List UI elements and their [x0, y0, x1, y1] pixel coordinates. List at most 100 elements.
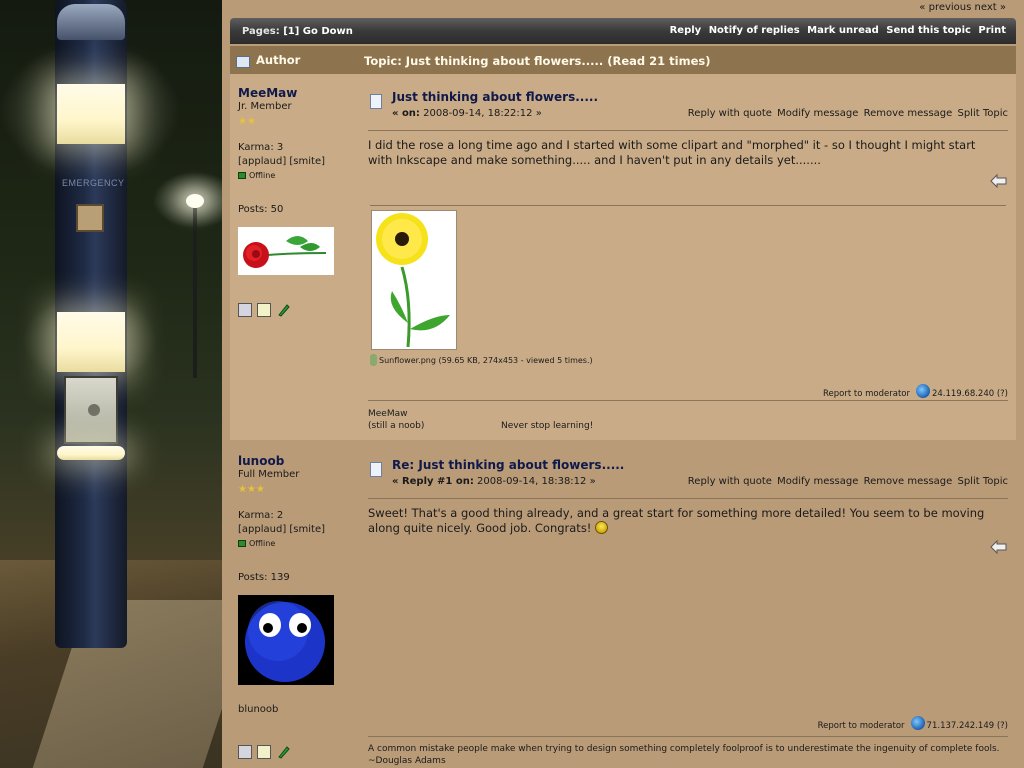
author-folder-icon — [236, 56, 250, 68]
reply-with-quote-button[interactable]: Reply with quote — [688, 476, 772, 487]
go-down-link[interactable]: Go Down — [303, 26, 353, 37]
paperclip-icon — [370, 354, 377, 366]
post-date-prefix: « Reply #1 on: — [392, 476, 474, 487]
reply-button[interactable]: Reply — [670, 25, 702, 36]
divider — [368, 498, 1008, 499]
post-date-value: 2008-09-14, 18:38:12 » — [477, 476, 596, 487]
sunflower-attachment[interactable] — [371, 210, 457, 350]
online-status: Offline — [238, 169, 356, 183]
message-icon — [370, 462, 382, 477]
poster-info: MeeMaw Jr. Member ★★ Karma: 3 [applaud] … — [238, 86, 356, 318]
prev-next-links: « previous next » — [919, 2, 1006, 13]
reply-with-quote-button[interactable]: Reply with quote — [688, 108, 772, 119]
pencil-icon[interactable] — [276, 303, 291, 317]
split-topic-button[interactable]: Split Topic — [957, 108, 1008, 119]
signature-line-1: MeeMaw — [368, 409, 408, 419]
post-1: MeeMaw Jr. Member ★★ Karma: 3 [applaud] … — [230, 74, 1016, 440]
rank-stars-icon: ★★ — [238, 116, 256, 127]
report-line: Report to moderator 71.137.242.149 (?) — [818, 716, 1008, 731]
quote-arrow-icon[interactable] — [990, 538, 1008, 555]
personal-message-icon[interactable] — [257, 745, 272, 759]
poster-rank: Jr. Member — [238, 101, 292, 112]
signature-left: (still a noob) — [368, 421, 425, 431]
pencil-icon[interactable] — [276, 745, 291, 759]
poster-post-count: Posts: 139 — [238, 572, 290, 583]
page-current[interactable]: [1] — [283, 26, 299, 37]
topic-header: Author Topic: Just thinking about flower… — [230, 46, 1016, 74]
avatar — [238, 227, 334, 275]
emergency-pole-cap — [57, 4, 125, 40]
email-icon[interactable] — [238, 303, 252, 317]
post-body: Sweet! That's a good thing already, and … — [368, 506, 988, 536]
signature-divider — [368, 400, 1008, 401]
pole-lamp-middle — [57, 312, 125, 372]
signature-right: Never stop learning! — [501, 421, 594, 431]
post-date-value: 2008-09-14, 18:22:12 » — [423, 108, 542, 119]
applaud-smite-links[interactable]: [applaud] [smite] — [238, 523, 356, 537]
online-status-label: Offline — [249, 539, 276, 548]
next-link[interactable]: next » — [975, 2, 1006, 13]
attachment-text: Sunflower.png (59.65 KB, 274x453 - viewe… — [379, 356, 593, 365]
email-icon[interactable] — [238, 745, 252, 759]
attachment-caption[interactable]: Sunflower.png (59.65 KB, 274x453 - viewe… — [370, 354, 593, 366]
print-button[interactable]: Print — [978, 25, 1006, 36]
globe-icon — [910, 716, 925, 730]
signature-line-2: (still a noob) Never stop learning! — [368, 420, 1008, 432]
report-line: Report to moderator 24.119.68.240 (?) — [823, 384, 1008, 399]
poster-name[interactable]: lunoob — [238, 454, 356, 468]
topic-actions: Reply Notify of replies Mark unread Send… — [666, 25, 1006, 36]
post-subject[interactable]: Re: Just thinking about flowers..... — [392, 458, 624, 472]
poster-name[interactable]: MeeMaw — [238, 86, 356, 100]
offline-icon — [238, 540, 246, 547]
poster-ip[interactable]: 24.119.68.240 (?) — [932, 389, 1008, 399]
pole-sign — [76, 204, 104, 232]
poster-contact-icons — [238, 303, 356, 318]
page-bar: Pages: [1] Go Down Reply Notify of repli… — [230, 18, 1016, 44]
remove-message-button[interactable]: Remove message — [864, 476, 953, 487]
rank-stars-icon: ★★★ — [238, 484, 265, 495]
report-to-moderator-link[interactable]: Report to moderator — [818, 721, 905, 731]
post-actions: Reply with quote Modify message Remove m… — [686, 108, 1008, 119]
divider — [368, 130, 1008, 131]
poster-rank: Full Member — [238, 469, 300, 480]
pole-lamp-top — [57, 84, 125, 144]
pole-label: EMERGENCY — [62, 178, 125, 188]
split-topic-button[interactable]: Split Topic — [957, 476, 1008, 487]
send-topic-button[interactable]: Send this topic — [886, 25, 971, 36]
online-status: Offline — [238, 537, 356, 551]
remove-message-button[interactable]: Remove message — [864, 108, 953, 119]
street-lamp-light — [186, 194, 204, 208]
previous-link[interactable]: « previous — [919, 2, 971, 13]
personal-message-icon[interactable] — [257, 303, 272, 317]
poster-karma: Karma: 2 — [238, 510, 284, 521]
signature-divider — [368, 736, 1008, 737]
online-status-label: Offline — [249, 171, 276, 180]
poster-karma: Karma: 3 — [238, 142, 284, 153]
pages-label: Pages: — [242, 26, 280, 37]
topic-title: Topic: Just thinking about flowers..... … — [364, 54, 711, 68]
pole-call-panel — [64, 376, 118, 444]
modify-message-button[interactable]: Modify message — [777, 108, 858, 119]
quote-arrow-icon[interactable] — [990, 172, 1008, 189]
poster-contact-icons — [238, 745, 356, 760]
modify-message-button[interactable]: Modify message — [777, 476, 858, 487]
applaud-smite-links[interactable]: [applaud] [smite] — [238, 155, 356, 169]
signature: A common mistake people make when trying… — [368, 743, 1008, 767]
notify-button[interactable]: Notify of replies — [709, 25, 800, 36]
avatar — [238, 595, 334, 685]
signature: MeeMaw (still a noob) Never stop learning… — [368, 408, 1008, 432]
post-2: lunoob Full Member ★★★ Karma: 2 [applaud… — [230, 444, 1016, 768]
post-date-prefix: « on: — [392, 108, 420, 119]
mark-unread-button[interactable]: Mark unread — [807, 25, 879, 36]
street-lamp-post — [193, 208, 197, 378]
post-subject[interactable]: Just thinking about flowers..... — [392, 90, 598, 104]
signature-line-1: A common mistake people make when trying… — [368, 744, 1000, 754]
poster-ip[interactable]: 71.137.242.149 (?) — [927, 721, 1008, 731]
poster-info: lunoob Full Member ★★★ Karma: 2 [applaud… — [238, 454, 356, 760]
signature-line-2: ~Douglas Adams — [368, 756, 446, 766]
pagination: Pages: [1] Go Down — [242, 26, 353, 37]
globe-icon — [915, 384, 930, 398]
post-date: « on: 2008-09-14, 18:22:12 » — [392, 108, 542, 119]
report-to-moderator-link[interactable]: Report to moderator — [823, 389, 910, 399]
author-column-header: Author — [256, 53, 301, 67]
